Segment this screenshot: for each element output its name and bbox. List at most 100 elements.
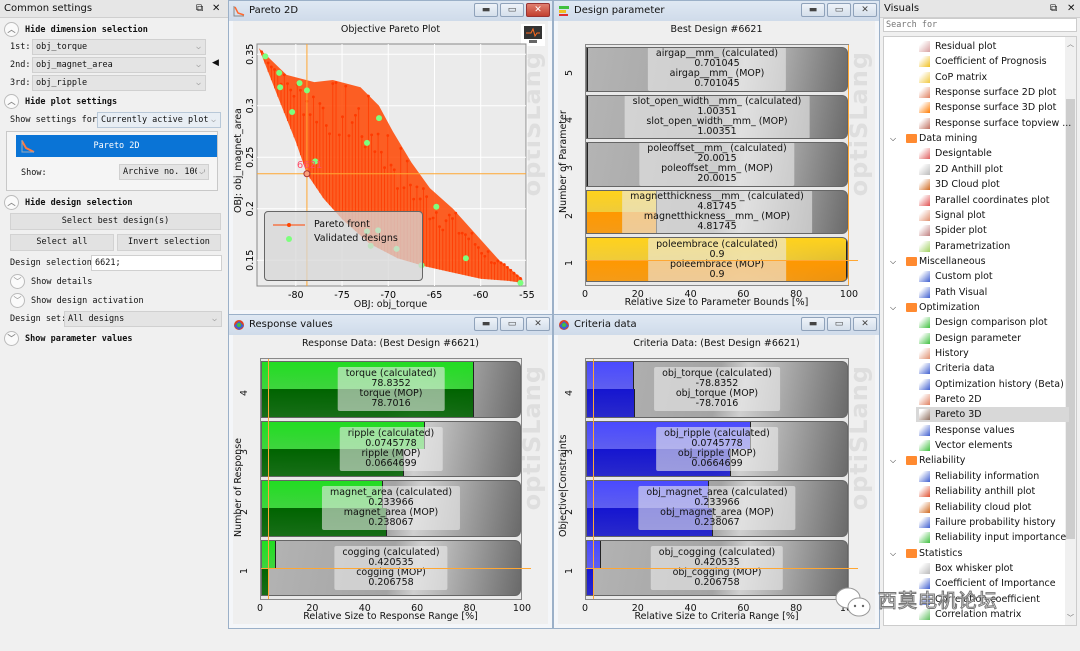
minimize-button[interactable]: ▬ xyxy=(474,317,498,331)
select-all-button[interactable]: Select all xyxy=(10,234,114,251)
close-button[interactable]: ✕ xyxy=(526,317,550,331)
chevron-down-icon[interactable]: ⌵ xyxy=(890,546,896,561)
tree-item[interactable]: Parallel coordinates plot xyxy=(916,193,1069,208)
tree-item[interactable]: Residual plot xyxy=(916,39,1069,54)
tree-item[interactable]: Reliability anthill plot xyxy=(916,484,1069,499)
tree-item[interactable]: Reliability input importance xyxy=(916,530,1069,545)
tree-category[interactable]: ⌵ Miscellaneous xyxy=(884,254,1067,269)
pareto-front-point xyxy=(373,150,377,154)
tree-item[interactable]: Design comparison plot xyxy=(916,315,1069,330)
tree-category[interactable]: ⌵ Data mining xyxy=(884,131,1067,146)
y-tick-label: 3 xyxy=(564,164,575,171)
tree-item[interactable]: Parametrization xyxy=(916,239,1069,254)
show-combo[interactable]: Archive no. 1000 ⌵ xyxy=(119,164,209,180)
chart-title: Best Design #6621 xyxy=(670,24,763,35)
bar-row[interactable]: torque (calculated) 78.8352 torque (MOP) 78… xyxy=(261,361,521,418)
show-parameter-values-toggle[interactable]: ﹀ Show parameter values xyxy=(4,331,132,346)
minimize-button[interactable]: ▬ xyxy=(801,317,825,331)
common-settings-header: Common settings xyxy=(0,0,228,18)
bar-row[interactable]: obj_torque (calculated) -78.8352 obj_torqu… xyxy=(586,361,848,418)
search-input[interactable] xyxy=(883,18,1077,32)
show-settings-label: Show settings for: xyxy=(10,115,103,125)
maximize-button[interactable]: ▭ xyxy=(827,3,851,17)
dim-2nd-combo[interactable]: obj_magnet_area ⌵ xyxy=(32,57,206,73)
tree-item[interactable]: Signal plot xyxy=(916,208,1069,223)
tree-category[interactable]: ⌵ Statistics xyxy=(884,546,1067,561)
close-button[interactable]: ✕ xyxy=(853,3,877,17)
minimize-button[interactable]: ▬ xyxy=(801,3,825,17)
tree-item[interactable]: Custom plot xyxy=(916,269,1069,284)
bar-row[interactable]: poleoffset__mm_ (calculated) 20.0015 poleo… xyxy=(586,142,848,187)
close-button[interactable]: ✕ xyxy=(853,317,877,331)
maximize-button[interactable]: ▭ xyxy=(500,317,524,331)
close-icon[interactable]: ✕ xyxy=(1067,0,1075,18)
bar-row[interactable]: airgap__mm_ (calculated) 0.701045 airgap__… xyxy=(586,47,848,92)
y-tick-label: 1 xyxy=(564,568,575,575)
x-tick-label: 40 xyxy=(684,289,697,300)
bar-row[interactable]: ripple (calculated) 0.0745778 ripple (MOP)… xyxy=(261,420,521,477)
tree-item[interactable]: Optimization history (Beta) xyxy=(916,377,1069,392)
tree-category[interactable]: ⌵ Optimization xyxy=(884,300,1067,315)
y-tick-label: 2 xyxy=(564,508,575,515)
bar-row[interactable]: magnet_area (calculated) 0.233966 magnet_a… xyxy=(261,480,521,537)
hide-plot-settings-toggle[interactable]: ︿ Hide plot settings xyxy=(4,94,117,109)
pareto-front-point xyxy=(441,228,445,232)
bar-row[interactable]: slot_open_width__mm_ (calculated) 1.00351… xyxy=(586,94,848,140)
tree-item[interactable]: Designtable xyxy=(916,146,1069,161)
tree-item[interactable]: Failure probability history xyxy=(916,515,1069,530)
tree-category[interactable]: ⌵ Reliability xyxy=(884,453,1067,468)
category-label: Data mining xyxy=(919,133,978,145)
tree-item[interactable]: Pareto 2D xyxy=(916,392,1069,407)
y-tick-label: 2 xyxy=(564,212,575,219)
tree-item[interactable]: Design parameter xyxy=(916,331,1069,346)
show-details-toggle[interactable]: ﹀ Show details xyxy=(10,274,92,289)
item-label: Spider plot xyxy=(935,225,987,237)
select-best-button[interactable]: Select best design(s) xyxy=(10,213,221,230)
show-settings-combo[interactable]: Currently active plot ⌵ xyxy=(97,112,221,128)
active-plot-item[interactable]: Pareto 2D xyxy=(16,135,217,157)
chevron-down-icon[interactable]: ⌵ xyxy=(890,131,896,146)
float-icon[interactable]: ⧉ xyxy=(196,0,203,18)
item-label: Reliability anthill plot xyxy=(935,486,1036,498)
hide-dimension-toggle[interactable]: ︿ Hide dimension selection xyxy=(4,22,148,37)
tree-item[interactable]: CoP matrix xyxy=(916,70,1069,85)
invert-selection-button[interactable]: Invert selection xyxy=(117,234,221,251)
float-icon[interactable]: ⧉ xyxy=(1050,0,1057,18)
left-arrow-icon[interactable]: ◀ xyxy=(212,58,219,68)
pareto-front-point xyxy=(418,197,422,201)
tree-item[interactable]: Coefficient of Prognosis xyxy=(916,54,1069,69)
chevron-down-icon[interactable]: ⌵ xyxy=(890,453,896,468)
show-design-activation-toggle[interactable]: ﹀ Show design activation xyxy=(10,293,144,308)
tree-item[interactable]: 3D Cloud plot xyxy=(916,177,1069,192)
tree-item[interactable]: Criteria data xyxy=(916,361,1069,376)
design-selection-input[interactable]: 6621; xyxy=(91,255,222,271)
hide-design-selection-toggle[interactable]: ︿ Hide design selection xyxy=(4,195,132,210)
bar-mop xyxy=(587,116,588,139)
tree-item[interactable]: Pareto 3D xyxy=(916,407,1069,423)
close-icon[interactable]: ✕ xyxy=(212,0,220,18)
design-set-combo[interactable]: All designs ⌵ xyxy=(64,311,222,327)
pareto-front-point xyxy=(269,65,273,69)
chevron-down-icon[interactable]: ⌵ xyxy=(890,300,896,315)
bar-row[interactable]: obj_ripple (calculated) 0.0745778 obj_ripp… xyxy=(586,420,848,477)
chevron-down-icon[interactable]: ⌵ xyxy=(890,254,896,269)
dim-3rd-combo[interactable]: obj_ripple ⌵ xyxy=(32,75,206,91)
bar-row[interactable]: obj_magnet_area (calculated) 0.233966 obj_… xyxy=(586,480,848,537)
tree-item[interactable]: Box whisker plot xyxy=(916,561,1069,576)
tree-item[interactable]: Response surface topview ... xyxy=(916,116,1071,131)
tree-item[interactable]: History xyxy=(916,346,1069,361)
tree-item[interactable]: Response surface 3D plot xyxy=(916,100,1069,115)
dim-1st-combo[interactable]: obj_torque ⌵ xyxy=(32,39,206,55)
tree-item[interactable]: Response surface 2D plot xyxy=(916,85,1069,100)
tree-item[interactable]: Vector elements xyxy=(916,438,1069,453)
maximize-button[interactable]: ▭ xyxy=(827,317,851,331)
tree-item[interactable]: Reliability cloud plot xyxy=(916,500,1069,515)
pareto-front-point xyxy=(286,82,289,86)
tree-item[interactable]: Response values xyxy=(916,423,1069,438)
tree-item[interactable]: Path Visual xyxy=(916,285,1069,300)
tree-item[interactable]: Reliability information xyxy=(916,469,1069,484)
bar-row[interactable]: magnetthickness__mm_ (calculated) 4.81745… xyxy=(586,189,848,235)
tree-item[interactable]: 2D Anthill plot xyxy=(916,162,1069,177)
validated-design-point xyxy=(517,279,524,286)
tree-item[interactable]: Spider plot xyxy=(916,223,1069,238)
